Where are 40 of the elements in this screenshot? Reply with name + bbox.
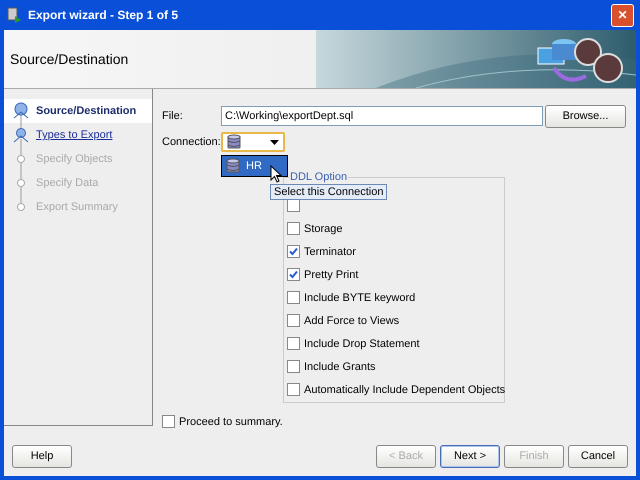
caret-icon: [270, 140, 279, 144]
wizard-button[interactable]: Help: [12, 444, 72, 468]
checkbox[interactable]: [287, 222, 300, 235]
option-label: Include Grants: [304, 360, 376, 372]
checkbox[interactable]: [287, 360, 300, 373]
option-label: Add Force to Views: [304, 314, 400, 326]
option-label: Storage: [304, 222, 343, 234]
option-label: Proceed to summary.: [179, 416, 283, 428]
step-link: Export Summary: [36, 201, 118, 213]
wizard-button[interactable]: Cancel: [568, 444, 628, 468]
group-title: DDL Option: [289, 171, 348, 183]
checkbox[interactable]: [162, 415, 175, 428]
close-button[interactable]: ✕: [611, 4, 634, 26]
option-label: Pretty Print: [304, 268, 358, 280]
step-link: Specify Objects: [36, 153, 112, 165]
step-link[interactable]: Types to Export: [36, 129, 112, 141]
file-field[interactable]: C:\Working\exportDept.sql: [221, 106, 543, 126]
step-icon: [12, 123, 30, 147]
field-label: Connection:: [162, 136, 221, 148]
checkbox[interactable]: [287, 291, 300, 304]
option-label: Automatically Include Dependent Objects: [304, 384, 506, 396]
wizard-button[interactable]: Next >: [440, 444, 500, 468]
browse-button[interactable]: Browse...: [545, 104, 626, 128]
checkbox[interactable]: [287, 314, 300, 327]
window-title: Export wizard - Step 1 of 5: [28, 8, 180, 22]
page-title: Source/Destination: [9, 51, 130, 67]
option-label: Include BYTE keyword: [304, 292, 416, 304]
check-icon: [289, 247, 298, 256]
field-label: File:: [162, 110, 184, 122]
checkbox[interactable]: [287, 268, 300, 281]
checkbox[interactable]: [287, 383, 300, 396]
checkbox[interactable]: [287, 245, 300, 258]
step-link: Specify Data: [36, 177, 98, 189]
checkbox[interactable]: [287, 337, 300, 350]
check-icon: [289, 270, 298, 279]
option-label: Terminator: [304, 246, 356, 258]
checkbox[interactable]: [287, 199, 300, 212]
tooltip: Select this Connection: [270, 184, 388, 200]
connection-dropdown[interactable]: [221, 132, 285, 152]
option-label: Include Drop Statement: [304, 338, 420, 350]
